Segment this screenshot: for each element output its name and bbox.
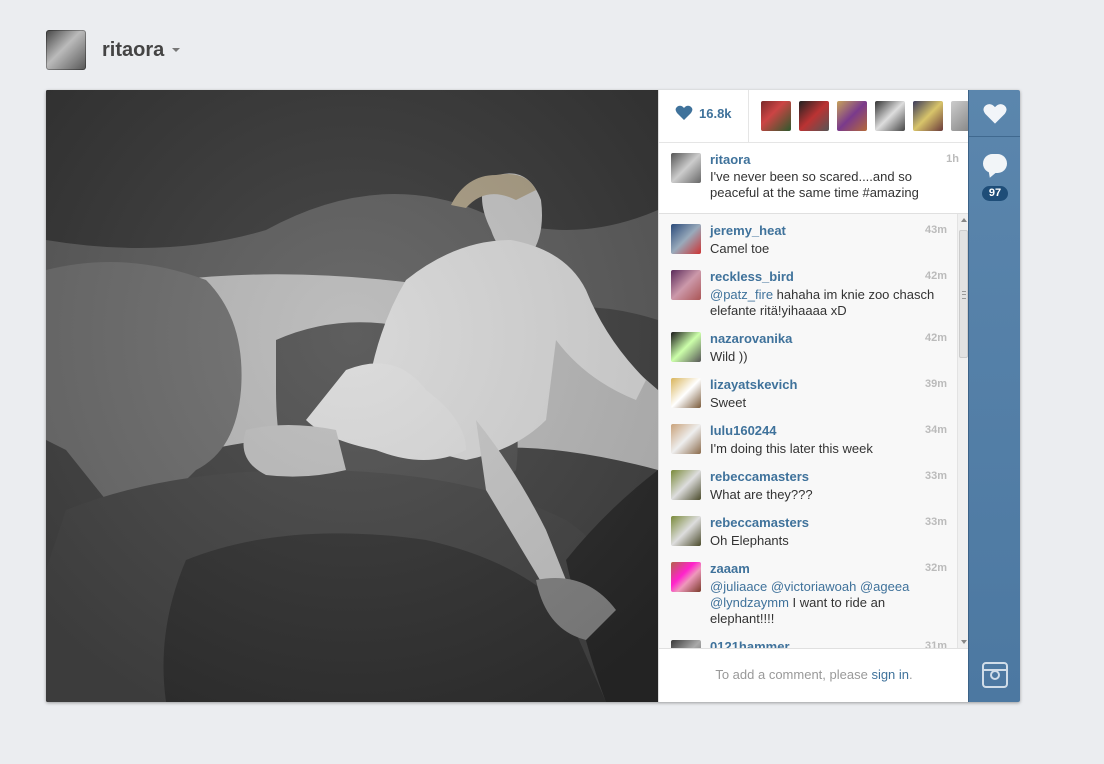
comment-username[interactable]: lulu160244 xyxy=(710,423,777,438)
comment-username[interactable]: 0121hammer xyxy=(710,639,790,648)
heart-icon xyxy=(675,105,693,120)
profile-header: ritaora xyxy=(46,30,181,70)
comments-list[interactable]: jeremy_heat 43m Camel toe reckless_bird … xyxy=(659,214,957,648)
comment-time: 33m xyxy=(924,470,947,482)
comment-avatar[interactable] xyxy=(671,562,701,592)
scrollbar-grip-icon xyxy=(962,291,966,299)
comment-bubble-icon xyxy=(983,154,1007,173)
like-count-label: 16.8k xyxy=(699,105,732,121)
action-sidebar: 97 xyxy=(968,90,1020,702)
instagram-camera-icon[interactable] xyxy=(982,662,1008,688)
profile-avatar[interactable] xyxy=(46,30,86,70)
comment-time: 42m xyxy=(924,332,947,344)
comment-time: 39m xyxy=(924,378,947,390)
comment-button[interactable]: 97 xyxy=(969,137,1020,207)
comment-text: What are they??? xyxy=(710,487,813,502)
profile-username[interactable]: ritaora xyxy=(102,39,164,62)
comment-time: 33m xyxy=(924,516,947,528)
liker-avatar[interactable] xyxy=(761,101,791,131)
comment-text: Camel toe xyxy=(710,241,770,256)
caption-text: I've never been so scared....and so peac… xyxy=(710,169,919,200)
post-card: 16.8k ritaora 1h I've never been so scar… xyxy=(46,90,1020,702)
sign-in-link[interactable]: sign in xyxy=(871,667,909,682)
comment-avatar[interactable] xyxy=(671,640,701,648)
photo-illustration xyxy=(46,90,658,702)
comment-count-badge: 97 xyxy=(982,186,1008,201)
liker-avatar[interactable] xyxy=(913,101,943,131)
scrollbar-thumb[interactable] xyxy=(959,230,968,358)
comment-text: Wild )) xyxy=(710,349,748,364)
comment-avatar[interactable] xyxy=(671,424,701,454)
comment-username[interactable]: nazarovanika xyxy=(710,331,792,346)
like-count[interactable]: 16.8k xyxy=(675,105,732,121)
liker-avatar[interactable] xyxy=(837,101,867,131)
caption-username[interactable]: ritaora xyxy=(710,152,750,167)
liker-avatar[interactable] xyxy=(875,101,905,131)
likes-divider xyxy=(748,90,749,142)
comment-time: 32m xyxy=(924,562,947,574)
post-caption: ritaora 1h I've never been so scared....… xyxy=(659,143,969,214)
comment-avatar[interactable] xyxy=(671,378,701,408)
heart-icon xyxy=(983,104,1007,124)
comment-text: @juliaace @victoriawoah @ageea @lyndzaym… xyxy=(710,579,942,627)
liker-avatar[interactable] xyxy=(951,101,969,131)
comment-avatar[interactable] xyxy=(671,224,701,254)
comment-username[interactable]: rebeccamasters xyxy=(710,515,809,530)
comment-username[interactable]: rebeccamasters xyxy=(710,469,809,484)
comment-text: Sweet xyxy=(710,395,747,410)
comment-avatar[interactable] xyxy=(671,470,701,500)
scroll-up-arrow-icon[interactable] xyxy=(961,218,967,222)
add-comment-suffix: . xyxy=(909,667,913,682)
add-comment-area: To add a comment, please sign in. xyxy=(659,648,969,702)
scroll-down-arrow-icon[interactable] xyxy=(961,640,967,644)
post-photo xyxy=(46,90,658,702)
comment-username[interactable]: lizayatskevich xyxy=(710,377,797,392)
comment-username[interactable]: zaaam xyxy=(710,561,750,576)
dropdown-caret-icon[interactable] xyxy=(172,48,181,52)
like-button[interactable] xyxy=(969,90,1020,137)
post-details-panel: 16.8k ritaora 1h I've never been so scar… xyxy=(658,90,970,702)
comment-avatar[interactable] xyxy=(671,332,701,362)
comment-username[interactable]: reckless_bird xyxy=(710,269,794,284)
comment-time: 42m xyxy=(924,270,947,282)
add-comment-prefix: To add a comment, please xyxy=(715,667,872,682)
comment-time: 34m xyxy=(924,424,947,436)
comment-text: Oh Elephants xyxy=(710,533,789,548)
comment-mention[interactable]: @patz_fire xyxy=(710,287,773,302)
caption-time: 1h xyxy=(946,153,959,165)
likes-bar: 16.8k xyxy=(659,90,969,143)
add-comment-prompt: To add a comment, please sign in. xyxy=(659,667,969,682)
liker-avatar[interactable] xyxy=(799,101,829,131)
comment-avatar[interactable] xyxy=(671,270,701,300)
comment-text: @patz_fire hahaha im knie zoo chasch ele… xyxy=(710,287,942,319)
comment-username[interactable]: jeremy_heat xyxy=(710,223,786,238)
comment-time: 31m xyxy=(924,640,947,648)
comment-text: I'm doing this later this week xyxy=(710,441,873,456)
caption-avatar[interactable] xyxy=(671,153,701,183)
comment-time: 43m xyxy=(924,224,947,236)
comment-avatar[interactable] xyxy=(671,516,701,546)
